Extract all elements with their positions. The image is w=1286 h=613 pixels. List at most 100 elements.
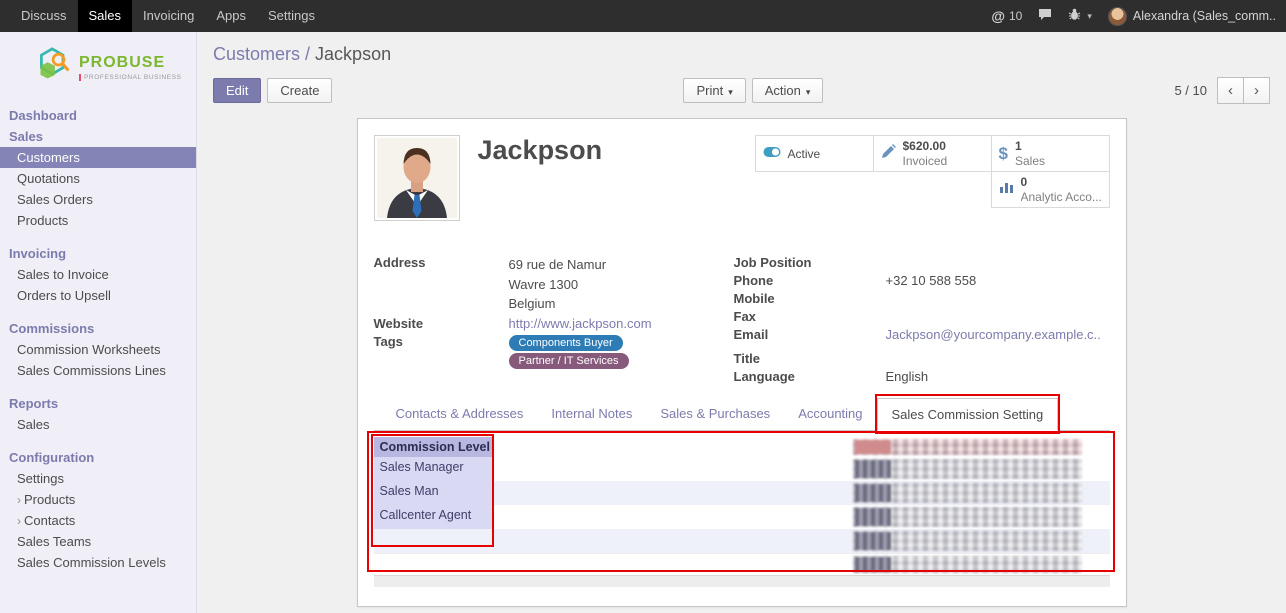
messages-button[interactable]: [1038, 8, 1052, 24]
stat-sales-label: Sales: [1015, 154, 1045, 168]
avatar: [1108, 7, 1127, 26]
pager-value: 5 / 10: [1174, 83, 1207, 98]
cell-commission-level[interactable]: Sales Manager: [374, 457, 492, 481]
tab-accounting[interactable]: Accounting: [784, 398, 876, 430]
cell-spacer: [492, 457, 849, 481]
cell-commission-level[interactable]: Callcenter Agent: [374, 505, 492, 529]
menu-sales[interactable]: Sales: [78, 0, 133, 32]
address-value: 69 rue de Namur Wavre 1300 Belgium: [509, 254, 734, 314]
column-header-commission-level[interactable]: Commission Level: [374, 437, 492, 457]
breadcrumb-customers[interactable]: Customers /: [213, 44, 310, 64]
sidebar-item-settings[interactable]: Settings: [0, 468, 196, 489]
column-header-redacted: [849, 437, 1086, 457]
sidebar-section-commissions[interactable]: Commissions: [0, 318, 196, 339]
menu-apps[interactable]: Apps: [205, 0, 257, 32]
sidebar-item-products[interactable]: Products: [0, 210, 196, 231]
pager-buttons: ‹ ›: [1217, 77, 1270, 104]
cell-value[interactable]: [849, 457, 1086, 481]
sidebar-item-sales-teams[interactable]: Sales Teams: [0, 531, 196, 552]
address-city: Wavre 1300: [509, 275, 734, 295]
address-country: Belgium: [509, 294, 734, 314]
tab-label: Sales Commission Setting: [892, 407, 1044, 422]
fields-right-column: Job Position Phone +32 10 588 558 Mobile…: [734, 254, 1110, 386]
sidebar-section-sales[interactable]: Sales: [0, 126, 196, 147]
stat-button-analytic[interactable]: 0 Analytic Acco...: [991, 171, 1110, 208]
sidebar-section-reports[interactable]: Reports: [0, 393, 196, 414]
chevron-right-icon: ›: [17, 514, 21, 528]
address-street: 69 rue de Namur: [509, 255, 734, 275]
sidebar-item-customers[interactable]: Customers: [0, 147, 196, 168]
menu-settings[interactable]: Settings: [257, 0, 326, 32]
record-avatar: [374, 135, 460, 221]
tag-components-buyer: Components Buyer: [509, 335, 623, 351]
sidebar-item-orders-to-upsell[interactable]: Orders to Upsell: [0, 285, 196, 306]
print-dropdown[interactable]: Print▾: [683, 78, 745, 103]
user-menu[interactable]: Alexandra (Sales_comm..: [1108, 7, 1276, 26]
stat-invoiced-value: $620.00: [903, 139, 948, 153]
chevron-down-icon: ▾: [1087, 11, 1092, 22]
stat-button-sales[interactable]: $ 1 Sales: [991, 135, 1110, 172]
sidebar-item-sales-commissions-lines[interactable]: Sales Commissions Lines: [0, 360, 196, 381]
table-row-sales-man[interactable]: Sales Man: [374, 481, 1110, 505]
previous-record-button[interactable]: ‹: [1217, 77, 1244, 104]
stat-invoiced-label: Invoiced: [903, 154, 948, 168]
sidebar-item-commission-worksheets[interactable]: Commission Worksheets: [0, 339, 196, 360]
tags-label: Tags: [374, 333, 509, 370]
breadcrumb: Customers / Jackpson: [213, 44, 1270, 65]
next-record-button[interactable]: ›: [1243, 77, 1270, 104]
control-panel: Customers / Jackpson Edit Create Print▾ …: [197, 32, 1286, 104]
address-label: Address: [374, 254, 509, 314]
redacted-value: [853, 531, 1082, 551]
tab-internal-notes[interactable]: Internal Notes: [537, 398, 646, 430]
sidebar-item-reports-sales[interactable]: Sales: [0, 414, 196, 435]
header-spacer: [492, 437, 849, 457]
menu-discuss[interactable]: Discuss: [10, 0, 78, 32]
tab-contacts-addresses[interactable]: Contacts & Addresses: [382, 398, 538, 430]
record-fields: Address 69 rue de Namur Wavre 1300 Belgi…: [374, 254, 1110, 386]
sidebar-item-sales-commission-levels[interactable]: Sales Commission Levels: [0, 552, 196, 573]
pager: 5 / 10 ‹ ›: [1174, 77, 1270, 104]
website-link[interactable]: http://www.jackpson.com: [509, 316, 652, 331]
cell-value[interactable]: [849, 481, 1086, 505]
mobile-label: Mobile: [734, 290, 886, 307]
sidebar-section-dashboard[interactable]: Dashboard: [0, 105, 196, 126]
sidebar-item-config-products[interactable]: ›Products: [0, 489, 196, 510]
stat-button-invoiced[interactable]: $620.00 Invoiced: [873, 135, 992, 172]
edit-button[interactable]: Edit: [213, 78, 261, 103]
title-value: [886, 350, 1110, 367]
stat-buttons: Active $620.00 Invoiced $ 1 Sales: [753, 135, 1110, 207]
debug-menu[interactable]: ▾: [1068, 8, 1092, 24]
phone-value: +32 10 588 558: [886, 272, 1110, 289]
sidebar-item-sales-to-invoice[interactable]: Sales to Invoice: [0, 264, 196, 285]
stat-analytic-label: Analytic Acco...: [1021, 190, 1102, 204]
table-row-empty: [374, 553, 1110, 575]
logo-title: PROBUSE: [79, 55, 182, 71]
table-row-sales-manager[interactable]: Sales Manager: [374, 457, 1110, 481]
job-position-label: Job Position: [734, 254, 886, 271]
sidebar: PROBUSE PROFESSIONAL BUSINESS Dashboard …: [0, 32, 197, 613]
sidebar-item-quotations[interactable]: Quotations: [0, 168, 196, 189]
table-row-callcenter-agent[interactable]: Callcenter Agent: [374, 505, 1110, 529]
action-dropdown[interactable]: Action▾: [752, 78, 824, 103]
activities-menu[interactable]: @ 10: [991, 8, 1022, 24]
sidebar-section-invoicing[interactable]: Invoicing: [0, 243, 196, 264]
logo-subtitle: PROFESSIONAL BUSINESS: [79, 74, 182, 81]
create-button[interactable]: Create: [267, 78, 332, 103]
bug-icon: [1068, 8, 1081, 24]
sidebar-section-configuration[interactable]: Configuration: [0, 447, 196, 468]
record-header: Jackpson Active $620.00 Invoiced: [374, 135, 1110, 239]
fax-label: Fax: [734, 308, 886, 325]
cell-commission-level[interactable]: Sales Man: [374, 481, 492, 505]
cell-spacer: [374, 554, 849, 575]
table-header-row: Commission Level: [374, 437, 1110, 457]
cell-value[interactable]: [849, 505, 1086, 529]
sidebar-item-config-contacts[interactable]: ›Contacts: [0, 510, 196, 531]
tab-sales-purchases[interactable]: Sales & Purchases: [646, 398, 784, 430]
menu-invoicing[interactable]: Invoicing: [132, 0, 205, 32]
sidebar-item-sales-orders[interactable]: Sales Orders: [0, 189, 196, 210]
tags-value: Components Buyer Partner / IT Services: [509, 333, 734, 370]
email-link[interactable]: Jackpson@yourcompany.example.c..: [886, 327, 1101, 342]
tab-sales-commission-setting[interactable]: Sales Commission Setting: [877, 398, 1059, 431]
stat-button-active[interactable]: Active: [755, 135, 874, 172]
caret-down-icon: ▾: [728, 87, 733, 97]
